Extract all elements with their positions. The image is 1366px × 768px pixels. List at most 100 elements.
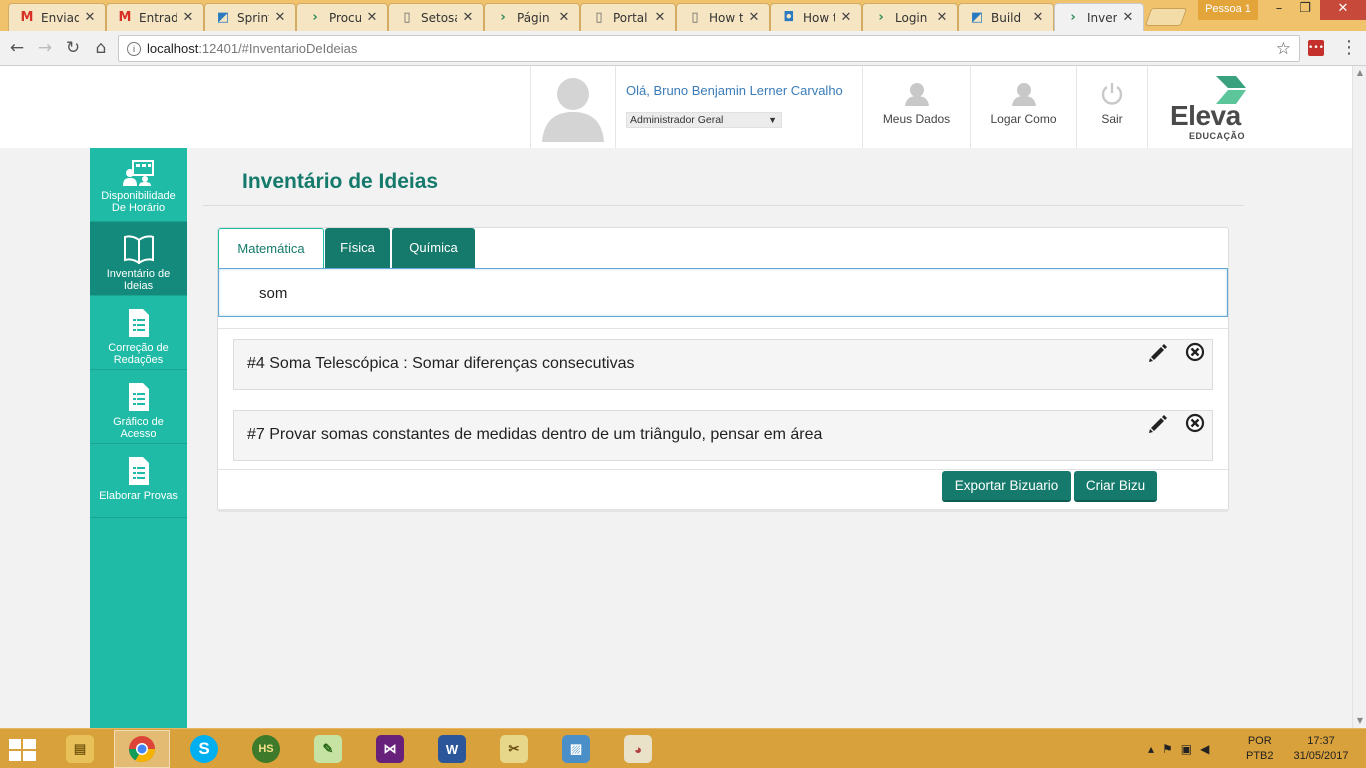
- clock[interactable]: 17:37 31/05/2017: [1290, 734, 1352, 764]
- bookmark-star-icon[interactable]: ☆: [1276, 39, 1291, 59]
- eleva-logo: Eleva EDUCAÇÃO: [1147, 66, 1263, 148]
- taskbar-app[interactable]: ▨: [548, 730, 604, 768]
- taskbar-app[interactable]: ✎: [300, 730, 356, 768]
- document-icon: [128, 457, 149, 485]
- flag-icon[interactable]: ⚑: [1162, 742, 1173, 756]
- tab-quimica[interactable]: Química: [392, 228, 475, 268]
- user-greeting: Olá, Bruno Benjamin Lerner Carvalho: [626, 83, 843, 98]
- system-tray: ▴ ⚑ ▣ ◀︎: [1148, 737, 1209, 761]
- reload-icon[interactable]: ↻: [62, 37, 84, 59]
- browser-tab[interactable]: ◘ How t ✕: [770, 3, 862, 31]
- close-tab-icon[interactable]: ✕: [181, 10, 195, 25]
- language-indicator[interactable]: POR PTB2: [1246, 734, 1274, 764]
- sidebar-item-correcao-redacoes[interactable]: Correção de Redações: [90, 296, 187, 370]
- back-icon[interactable]: ←: [6, 37, 28, 59]
- schedule-icon: [122, 160, 154, 186]
- taskbar-app[interactable]: ▤: [52, 730, 108, 768]
- browser-tab-active[interactable]: › Invent ✕: [1054, 3, 1144, 31]
- taskbar-app[interactable]: W: [424, 730, 480, 768]
- info-icon[interactable]: i: [127, 41, 141, 56]
- list-item[interactable]: #4 Soma Telescópica : Somar diferenças c…: [233, 339, 1213, 390]
- user-silhouette-icon: [542, 78, 604, 142]
- taskbar-app[interactable]: S: [176, 730, 232, 768]
- windows-start-icon[interactable]: [6, 737, 40, 763]
- close-tab-icon[interactable]: ✕: [653, 10, 667, 25]
- document-icon: [128, 309, 149, 337]
- pencil-icon[interactable]: [1147, 342, 1169, 364]
- sidebar-item-inventario[interactable]: Inventário de Ideias: [90, 222, 187, 296]
- sair-button[interactable]: Sair: [1076, 66, 1147, 148]
- close-tab-icon[interactable]: ✕: [1031, 10, 1045, 25]
- browser-tab[interactable]: › Págin ✕: [484, 3, 580, 31]
- new-tab-button[interactable]: [1144, 8, 1188, 26]
- sidebar-item-disponibilidade[interactable]: Disponibilidade De Horário: [90, 148, 187, 222]
- browser-tab[interactable]: ◩ Build ✕: [958, 3, 1054, 31]
- close-tab-icon[interactable]: ✕: [1121, 10, 1135, 25]
- browser-menu-icon[interactable]: ⋮: [1340, 37, 1358, 59]
- chevron-icon: ›: [500, 10, 506, 25]
- export-bizuario-button[interactable]: Exportar Bizuario: [942, 471, 1071, 502]
- tab-matematica[interactable]: Matemática: [218, 228, 324, 268]
- close-tab-icon[interactable]: ✕: [365, 10, 379, 25]
- page-scrollbar[interactable]: ▲ ▼: [1352, 66, 1366, 728]
- word-icon: W: [438, 735, 466, 763]
- close-tab-icon[interactable]: ✕: [935, 10, 949, 25]
- close-tab-icon[interactable]: ✕: [273, 10, 287, 25]
- close-tab-icon[interactable]: ✕: [83, 10, 97, 25]
- taskbar-app[interactable]: HS: [238, 730, 294, 768]
- restore-icon[interactable]: ❐: [1288, 0, 1322, 20]
- profile-button[interactable]: Pessoa 1: [1198, 0, 1258, 20]
- scroll-up-icon[interactable]: ▲: [1353, 66, 1366, 80]
- search-input[interactable]: [259, 281, 1159, 305]
- sidebar-item-elaborar-provas[interactable]: Elaborar Provas: [90, 444, 187, 518]
- meus-dados-button[interactable]: Meus Dados: [862, 66, 970, 148]
- search-box: [218, 268, 1228, 317]
- pencil-icon[interactable]: [1147, 413, 1169, 435]
- role-select[interactable]: Administrador Geral ▼: [626, 112, 782, 128]
- close-tab-icon[interactable]: ✕: [557, 10, 571, 25]
- taskbar-app[interactable]: ✂: [486, 730, 542, 768]
- browser-tab[interactable]: M Enviad ✕: [8, 3, 106, 31]
- close-tab-icon[interactable]: ✕: [747, 10, 761, 25]
- browser-tab[interactable]: ▯ Setosa ✕: [388, 3, 484, 31]
- delete-icon[interactable]: [1184, 412, 1206, 434]
- volume-icon[interactable]: ◀︎: [1200, 742, 1209, 756]
- hs-icon: HS: [252, 735, 280, 763]
- document-icon: [128, 383, 149, 411]
- close-tab-icon[interactable]: ✕: [839, 10, 853, 25]
- photos-icon: ▨: [562, 735, 590, 763]
- scroll-down-icon[interactable]: ▼: [1353, 714, 1366, 728]
- extension-icon[interactable]: •••: [1308, 40, 1324, 56]
- chevron-icon: ›: [1070, 10, 1076, 25]
- delete-icon[interactable]: [1184, 341, 1206, 363]
- browser-tab[interactable]: ◩ Sprint ✕: [204, 3, 296, 31]
- ideas-list: #4 Soma Telescópica : Somar diferenças c…: [218, 328, 1228, 470]
- tray-arrow-icon[interactable]: ▴: [1148, 742, 1154, 756]
- document-icon: ▯: [403, 10, 411, 25]
- taskbar-app-active[interactable]: [114, 730, 170, 768]
- create-bizu-button[interactable]: Criar Bizu: [1074, 471, 1157, 502]
- taskbar-app[interactable]: ⋈: [362, 730, 418, 768]
- close-tab-icon[interactable]: ✕: [461, 10, 475, 25]
- address-bar[interactable]: i localhost:12401/#InventarioDeIdeias ☆: [118, 35, 1300, 62]
- network-icon[interactable]: ▣: [1181, 742, 1192, 756]
- chat-icon: ◘: [783, 10, 795, 25]
- home-icon[interactable]: ⌂: [90, 37, 112, 59]
- forward-icon[interactable]: →: [34, 37, 56, 59]
- tab-fisica[interactable]: Física: [325, 228, 390, 268]
- sidebar: Disponibilidade De Horário Inventário de…: [90, 148, 187, 728]
- close-window-icon[interactable]: ✕: [1320, 0, 1366, 20]
- gmail-icon: M: [118, 10, 132, 25]
- logar-como-button[interactable]: Logar Como: [970, 66, 1076, 148]
- browser-tab[interactable]: ▯ Portal ✕: [580, 3, 676, 31]
- browser-tab[interactable]: ▯ How t ✕: [676, 3, 770, 31]
- title-divider: [203, 205, 1244, 206]
- browser-tab[interactable]: M Entrad ✕: [106, 3, 204, 31]
- file-explorer-icon: ▤: [66, 735, 94, 763]
- browser-tab[interactable]: › Procu ✕: [296, 3, 388, 31]
- browser-tab[interactable]: › Login ✕: [862, 3, 958, 31]
- sidebar-item-grafico-acesso[interactable]: Gráfico de Acesso: [90, 370, 187, 444]
- list-item[interactable]: #7 Provar somas constantes de medidas de…: [233, 410, 1213, 461]
- taskbar-app[interactable]: ◕: [610, 730, 666, 768]
- ideas-panel: Matemática Física Química #4 Soma Telesc…: [217, 227, 1229, 512]
